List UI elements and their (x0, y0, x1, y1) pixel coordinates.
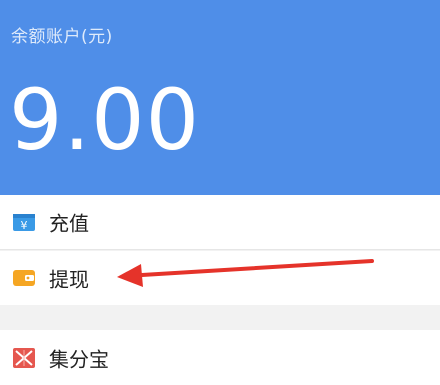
menu-item-withdraw[interactable]: 提现 (0, 251, 440, 305)
menu-item-withdraw-label: 提现 (49, 267, 89, 292)
menu-item-recharge[interactable]: ¥ 充值 (0, 195, 440, 249)
menu-item-jifenbao-label: 集分宝 (49, 347, 109, 371)
jifenbao-icon (12, 347, 36, 369)
wallet-yuan-icon: ¥ (12, 211, 36, 233)
wallet-icon (12, 267, 36, 289)
menu-item-jifenbao[interactable]: 集分宝 (0, 330, 440, 385)
balance-label: 余额账户(元) (11, 27, 113, 47)
menu-item-recharge-label: 充值 (49, 211, 89, 236)
balance-amount: 9.00 (9, 71, 201, 169)
divider (0, 249, 440, 250)
balance-header: 余额账户(元) 9.00 (0, 0, 440, 195)
svg-text:¥: ¥ (21, 219, 28, 232)
